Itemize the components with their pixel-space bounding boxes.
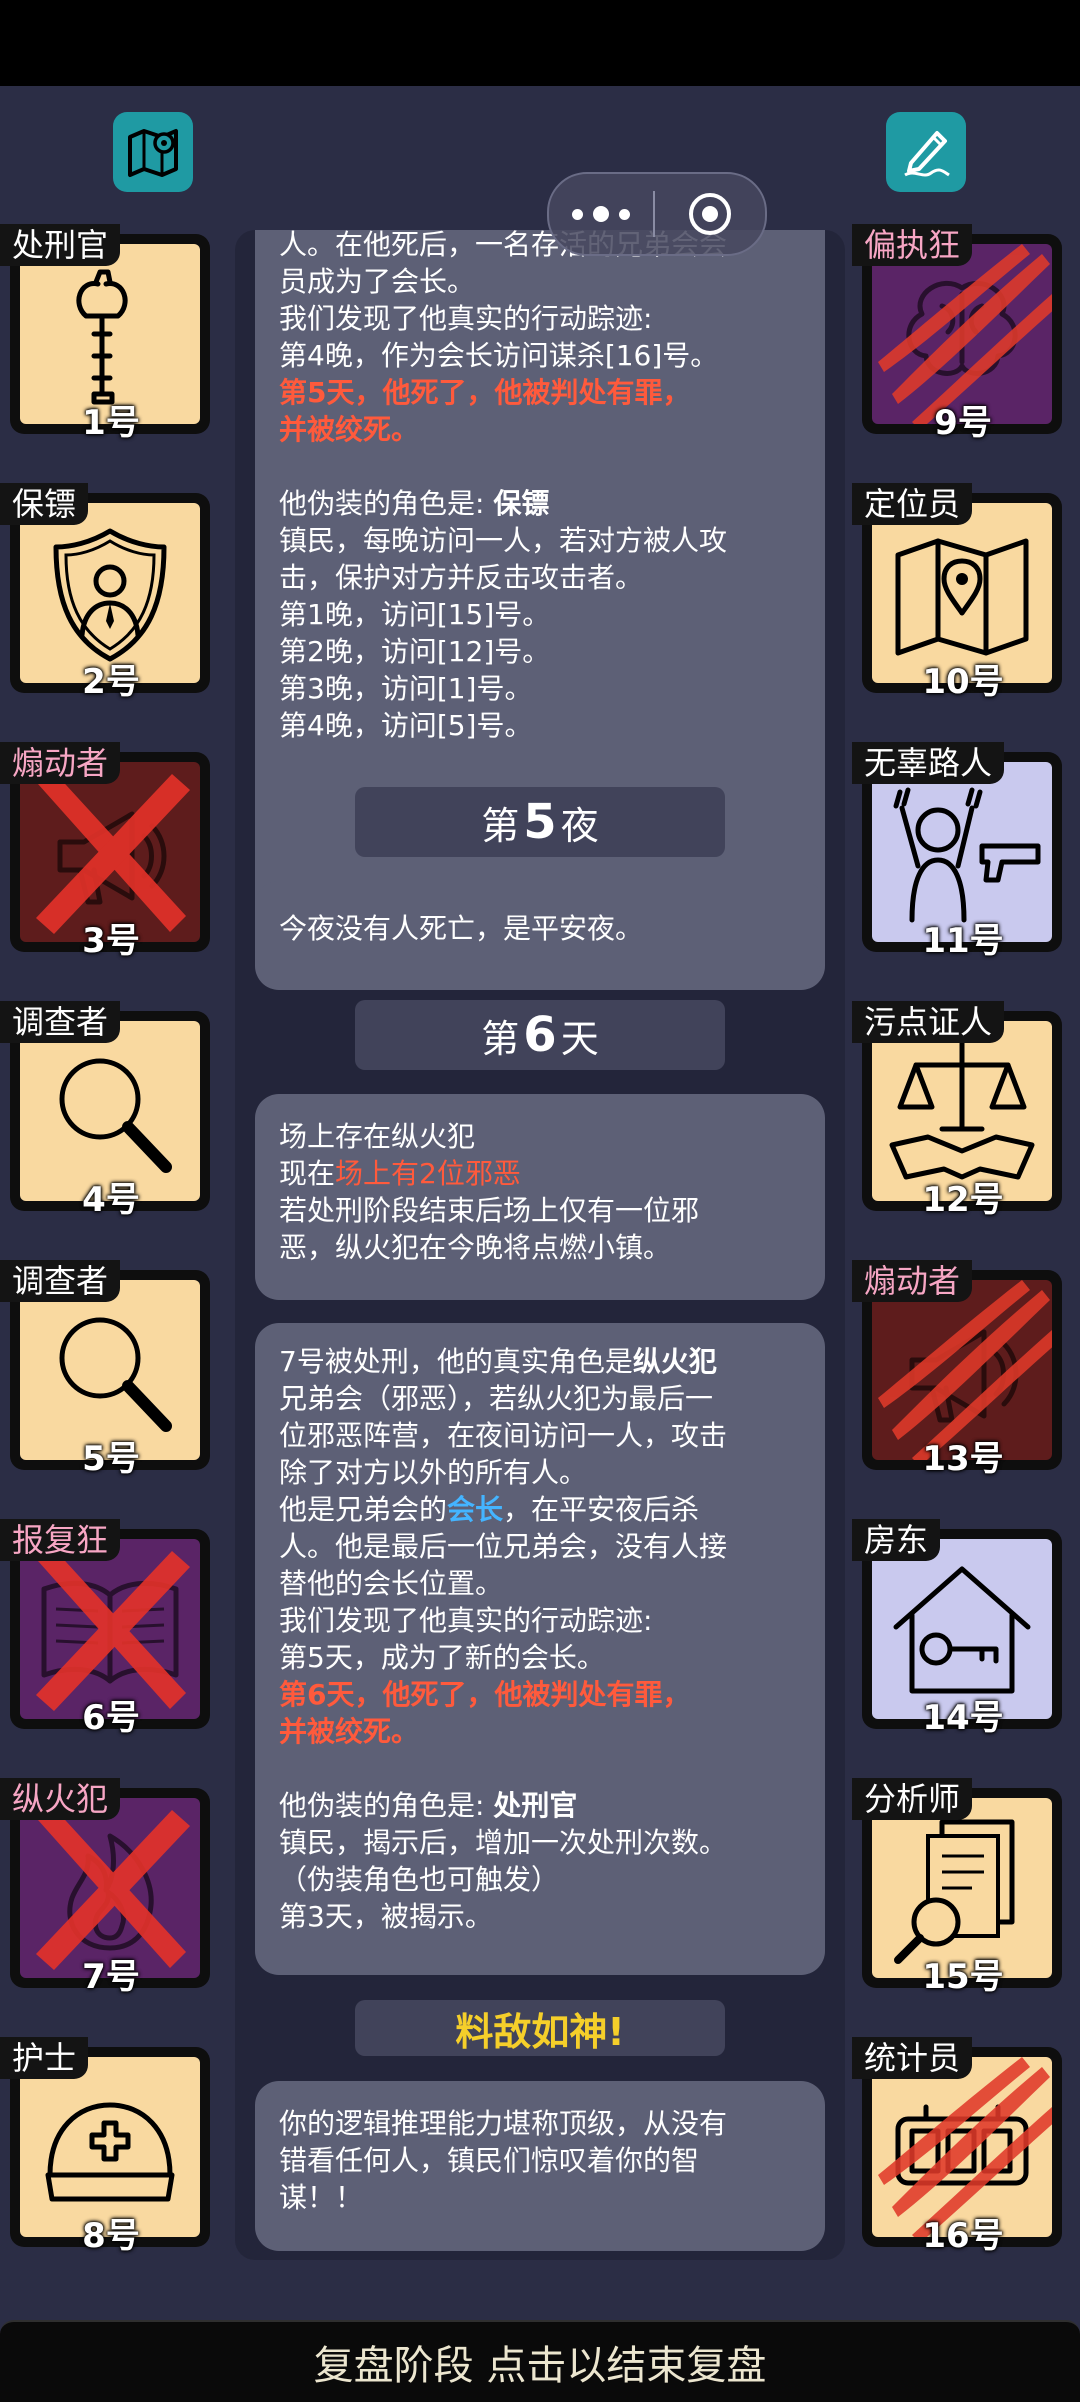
disguise-role: 保镖 — [493, 487, 550, 520]
more-dot-icon — [619, 208, 630, 220]
leader-highlight: 会长 — [447, 1493, 504, 1526]
player-slot-3[interactable]: 煽动者 3号 — [0, 742, 222, 964]
player-number: 16号 — [922, 2216, 1004, 2256]
log-line: 镇民，每晚访问一人，若对方被人攻 — [279, 524, 728, 557]
player-role-label: 煽动者 — [852, 1260, 973, 1302]
target-circle-icon — [689, 193, 731, 235]
player-slot-10[interactable]: 定位员 10号 — [852, 483, 1074, 705]
more-menu-button[interactable] — [549, 174, 653, 254]
review-log-panel[interactable]: 人。在他死后，一名存活的兄弟会会 员成为了会长。 我们发现了他真实的行动踪迹: … — [235, 230, 845, 2260]
more-dot-icon — [572, 208, 583, 220]
edit-pen-icon — [904, 131, 950, 177]
visit-line: 第4晚，访问[5]号。 — [279, 709, 533, 742]
player-role-label: 分析师 — [852, 1778, 973, 1820]
phase-header-day6: 第6天 — [355, 1000, 725, 1070]
player-number: 8号 — [82, 2216, 140, 2256]
player-role-label: 无辜路人 — [852, 742, 1005, 784]
player-number: 6号 — [82, 1698, 140, 1738]
map-pin-icon — [128, 129, 178, 177]
player-slot-11[interactable]: 无辜路人 11号 — [852, 742, 1074, 964]
player-slot-6[interactable]: 报复狂 6号 — [0, 1519, 222, 1741]
player-number: 9号 — [934, 403, 992, 443]
phase-header-night5: 第5夜 — [355, 787, 725, 857]
player-slot-13[interactable]: 煽动者 13号 — [852, 1260, 1074, 1482]
log-card-day6-status: 场上存在纵火犯 现在场上有2位邪恶 若处刑阶段结束后场上仅有一位邪 恶，纵火犯在… — [255, 1094, 825, 1300]
result-title: 料敌如神! — [355, 2000, 725, 2056]
player-number: 4号 — [82, 1180, 140, 1220]
status-bar — [0, 0, 1080, 86]
player-slot-9[interactable]: 偏执狂 9号 — [852, 224, 1074, 446]
player-slot-7[interactable]: 纵火犯 7号 — [0, 1778, 222, 2000]
player-number: 12号 — [922, 1180, 1004, 1220]
player-number: 7号 — [82, 1957, 140, 1997]
player-role-label: 污点证人 — [852, 1001, 1005, 1043]
log-card-result: 你的逻辑推理能力堪称顶级，从没有 错看任何人，镇民们惊叹着你的智 谋！！ — [255, 2081, 825, 2251]
player-role-label: 处刑官 — [0, 224, 121, 266]
log-card-execution: 7号被处刑，他的真实角色是纵火犯 兄弟会（邪恶），若纵火犯为最后一 位邪恶阵营，… — [255, 1323, 825, 1975]
evil-count-highlight: 场上有2位邪恶 — [335, 1157, 521, 1190]
player-number: 10号 — [922, 662, 1004, 702]
disguise-role: 处刑官 — [493, 1789, 578, 1822]
log-card-night5: 今夜没有人死亡，是平安夜。 — [255, 881, 825, 975]
player-role-label: 定位员 — [852, 483, 973, 525]
player-slot-12[interactable]: 污点证人 12号 — [852, 1001, 1074, 1223]
player-slot-2[interactable]: 保镖 2号 — [0, 483, 222, 705]
more-dot-icon — [593, 206, 609, 222]
player-slot-14[interactable]: 房东 14号 — [852, 1519, 1074, 1741]
player-role-label: 调查者 — [0, 1260, 121, 1302]
log-line: 第4晚，作为会长访问谋杀[16]号。 — [279, 339, 719, 372]
player-slot-1[interactable]: 处刑官 1号 — [0, 224, 222, 446]
player-role-label: 保镖 — [0, 483, 89, 525]
log-line: 员成为了会长。 — [279, 265, 476, 298]
player-slot-15[interactable]: 分析师 15号 — [852, 1778, 1074, 2000]
player-slot-4[interactable]: 调查者 4号 — [0, 1001, 222, 1223]
player-role-label: 统计员 — [852, 2037, 973, 2079]
notes-button[interactable] — [886, 112, 966, 192]
end-review-label: 复盘阶段 点击以结束复盘 — [313, 2343, 767, 2389]
player-role-label: 房东 — [852, 1519, 941, 1561]
player-number: 14号 — [922, 1698, 1004, 1738]
log-line: 我们发现了他真实的行动踪迹: — [279, 302, 653, 335]
close-miniprogram-button[interactable] — [655, 191, 765, 237]
player-role-label: 纵火犯 — [0, 1778, 121, 1820]
player-role-label: 煽动者 — [0, 742, 121, 784]
death-line: 并被绞死。 — [279, 1715, 420, 1748]
player-number: 3号 — [82, 921, 140, 961]
player-number: 2号 — [82, 662, 140, 702]
disguise-line: 他伪装的角色是: 保镖 — [279, 487, 550, 520]
player-slot-16[interactable]: 统计员 16号 — [852, 2037, 1074, 2259]
death-line: 并被绞死。 — [279, 413, 420, 446]
end-review-button[interactable]: 复盘阶段 点击以结束复盘 — [0, 2320, 1080, 2402]
visit-line: 第3晚，访问[1]号。 — [279, 672, 533, 705]
player-role-label: 偏执狂 — [852, 224, 973, 266]
player-number: 15号 — [922, 1957, 1004, 1997]
player-number: 11号 — [922, 921, 1004, 961]
player-number: 1号 — [82, 403, 140, 443]
player-role-label: 报复狂 — [0, 1519, 121, 1561]
map-button[interactable] — [113, 112, 193, 192]
player-role-label: 调查者 — [0, 1001, 121, 1043]
visit-line: 第2晚，访问[12]号。 — [279, 635, 551, 668]
player-slot-8[interactable]: 护士 8号 — [0, 2037, 222, 2259]
true-role: 纵火犯 — [632, 1345, 717, 1378]
mini-program-capsule — [547, 172, 767, 256]
log-line: 击，保护对方并反击攻击者。 — [279, 561, 644, 594]
player-number: 5号 — [82, 1439, 140, 1479]
player-number: 13号 — [922, 1439, 1004, 1479]
player-role-label: 护士 — [0, 2037, 89, 2079]
log-card-role-reveal: 人。在他死后，一名存活的兄弟会会 员成为了会长。 我们发现了他真实的行动踪迹: … — [255, 230, 825, 990]
death-line: 第5天，他死了，他被判处有罪， — [279, 376, 691, 409]
review-log-scroll[interactable]: 人。在他死后，一名存活的兄弟会会 员成为了会长。 我们发现了他真实的行动踪迹: … — [235, 230, 845, 2260]
player-slot-5[interactable]: 调查者 5号 — [0, 1260, 222, 1482]
death-line: 第6天，他死了，他被判处有罪， — [279, 1678, 691, 1711]
visit-line: 第1晚，访问[15]号。 — [279, 598, 551, 631]
